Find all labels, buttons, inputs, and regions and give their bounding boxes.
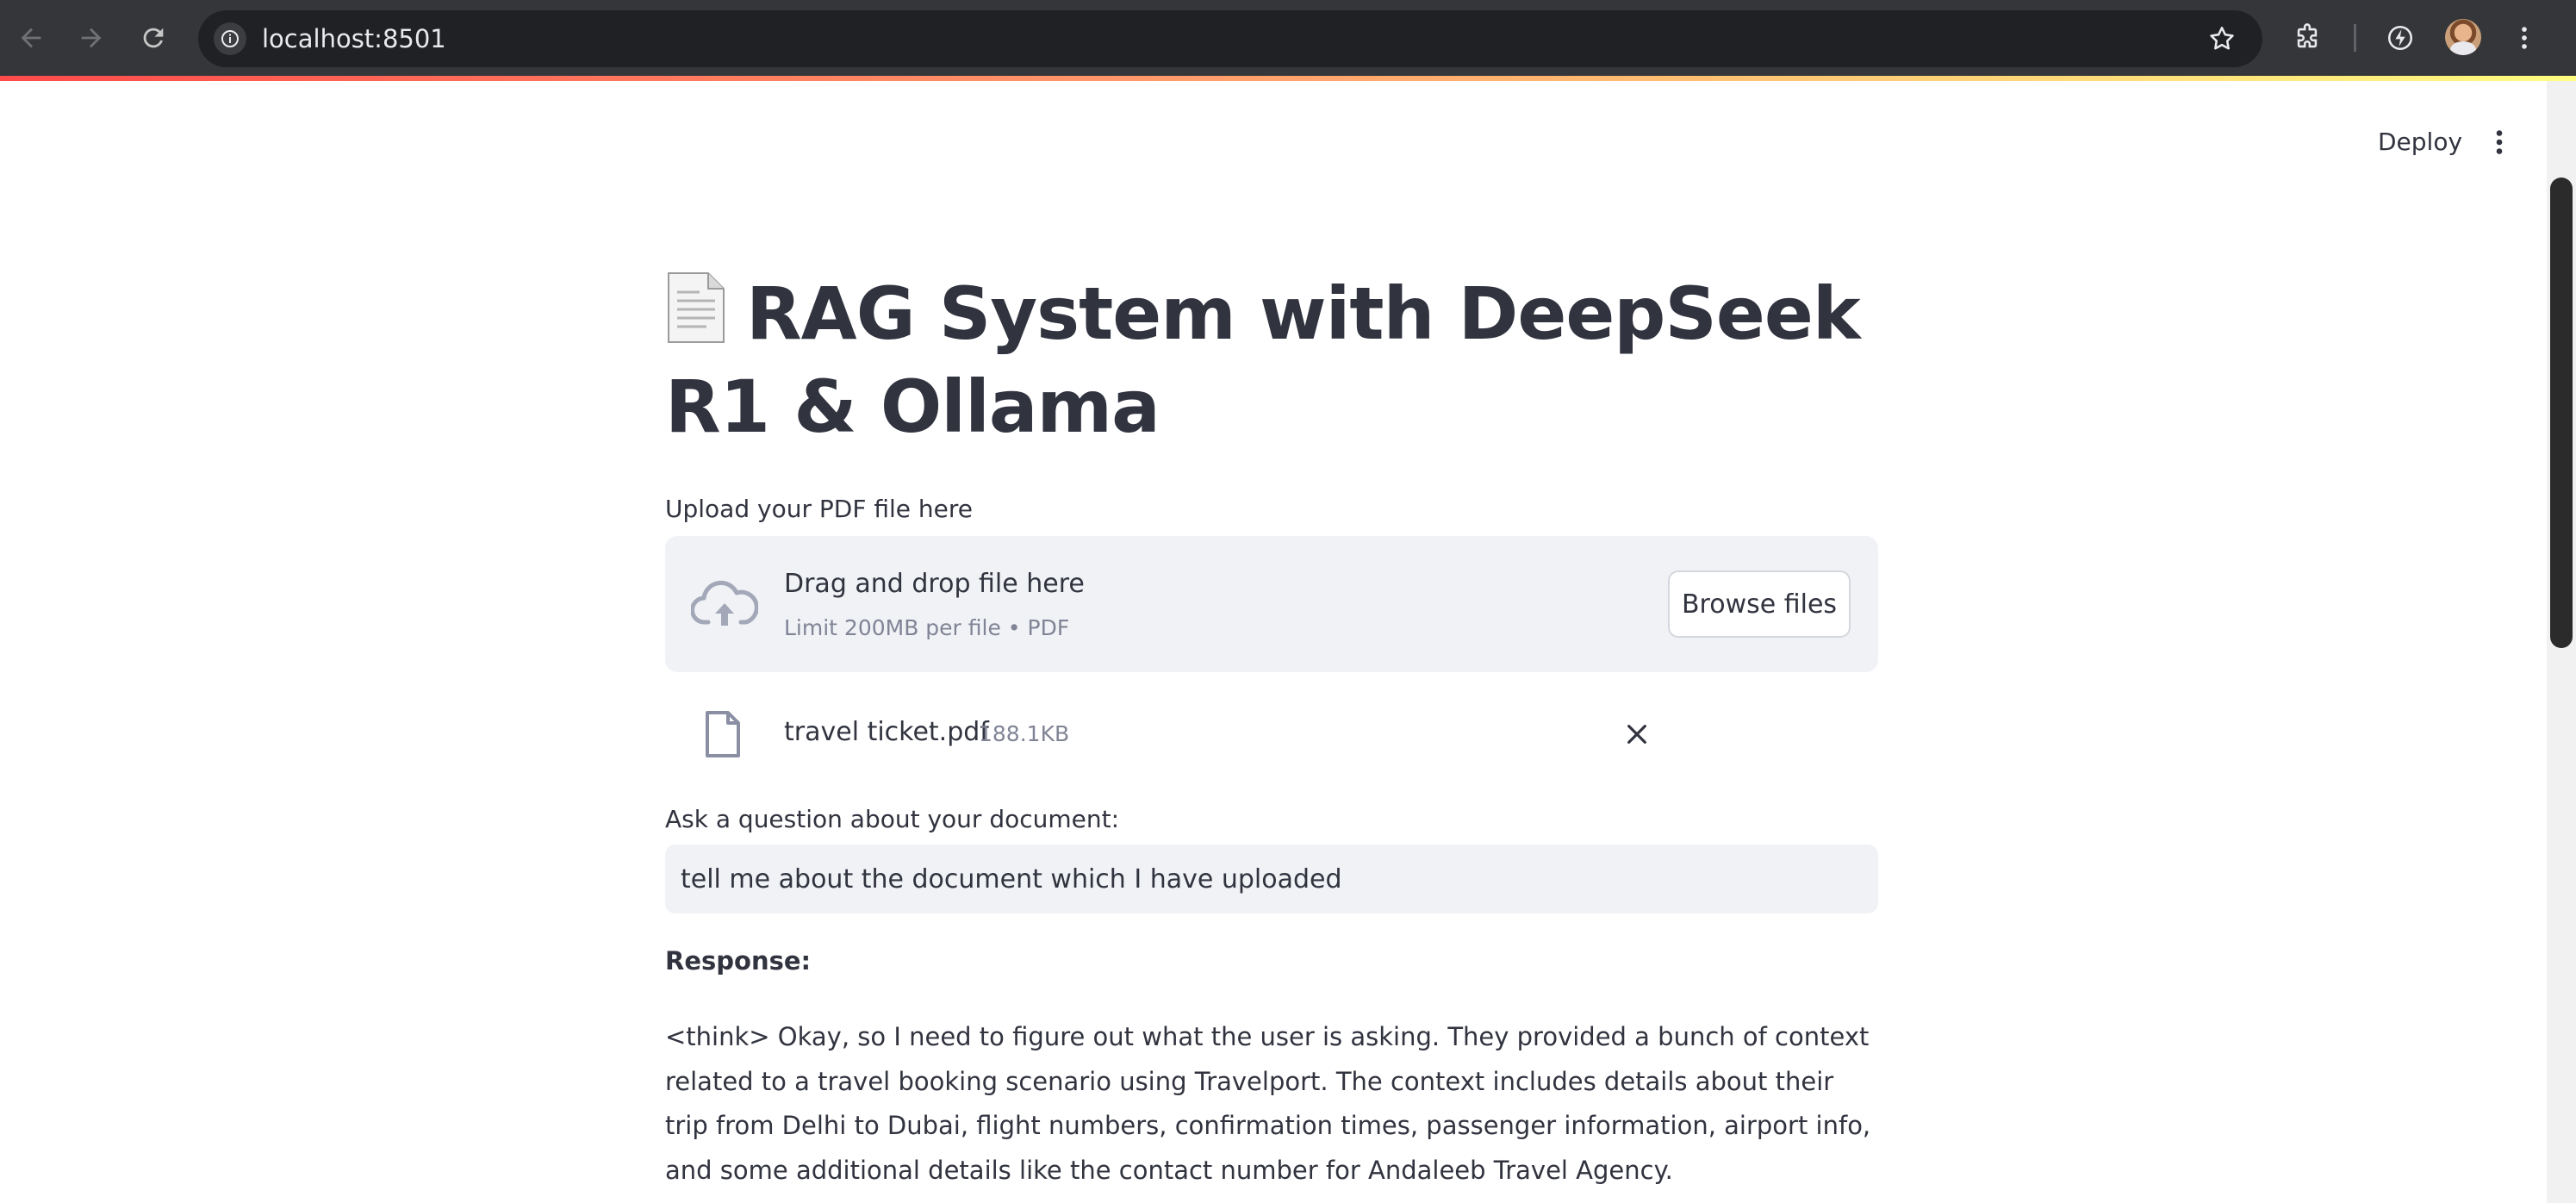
reload-button[interactable] [133,17,174,59]
close-icon [1627,725,1646,744]
back-button[interactable] [10,17,52,59]
cloud-upload-icon [691,580,758,626]
page-scrollbar-thumb[interactable] [2550,178,2573,648]
forward-button[interactable] [71,17,112,59]
response-text: <think> Okay, so I need to figure out wh… [665,1022,1871,1185]
site-info-icon[interactable] [214,22,246,55]
browse-files-button[interactable]: Browse files [1668,570,1851,638]
arrow-left-icon [21,28,41,48]
page-title-text: RAG System with DeepSeek R1 & Ollama [665,271,1861,449]
main-menu-button[interactable] [2481,124,2517,160]
performance-icon[interactable] [2380,17,2421,59]
browser-toolbar: localhost:8501 [0,0,2576,76]
uploaded-file-name: travel ticket.pdf [784,717,989,747]
browser-menu-icon[interactable] [2504,17,2545,59]
uploaded-file-item: travel ticket.pdf 188.1KB [665,705,1878,767]
arrow-right-icon [81,28,102,48]
dropzone-limit-text: Limit 200MB per file • PDF [784,615,1070,640]
streamlit-header-decoration [0,76,2576,81]
page-facing-up-icon [665,271,727,346]
file-icon [706,711,740,757]
uploaded-file-size: 188.1KB [979,721,1070,746]
toolbar-divider [2354,24,2356,52]
address-bar[interactable]: localhost:8501 [198,10,2262,67]
extensions-puzzle-icon[interactable] [2287,17,2328,59]
file-dropzone[interactable]: Drag and drop file here Limit 200MB per … [665,536,1878,672]
uploader-label: Upload your PDF file here [665,495,973,523]
bookmark-star-icon[interactable] [2207,24,2237,53]
deploy-button[interactable]: Deploy [2361,119,2480,165]
question-input[interactable] [665,845,1878,913]
vertical-dots-icon [2496,130,2503,154]
reload-icon [143,28,164,48]
remove-file-button[interactable] [1618,715,1656,753]
profile-avatar[interactable] [2445,19,2481,55]
dropzone-instructions: Drag and drop file here [784,569,1085,599]
main-content: RAG System with DeepSeek R1 & Ollama Upl… [665,267,1878,1185]
page-title: RAG System with DeepSeek R1 & Ollama [665,267,1878,453]
url-text[interactable]: localhost:8501 [262,10,446,67]
response-heading: Response: [665,946,812,975]
question-label: Ask a question about your document: [665,805,1120,833]
